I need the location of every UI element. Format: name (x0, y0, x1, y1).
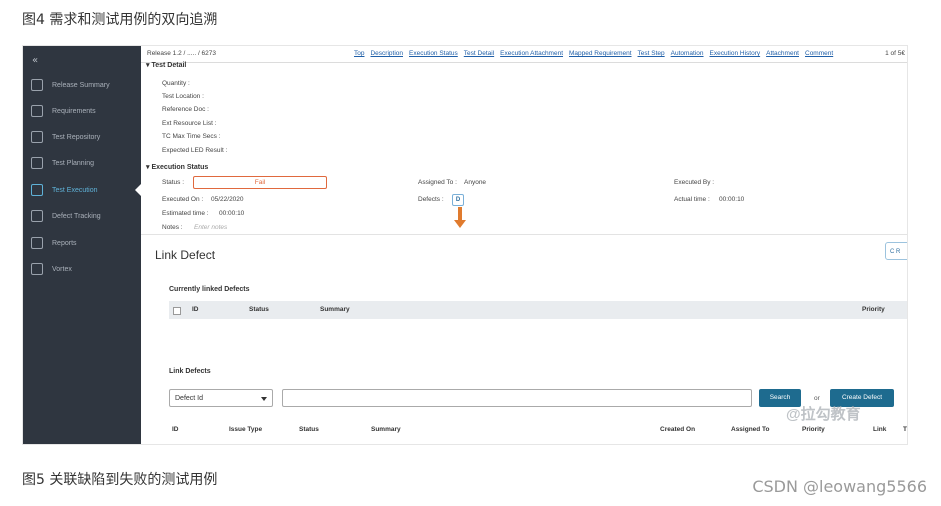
sidebar-item-label: Vortex (52, 265, 72, 273)
csdn-watermark: CSDN @leowang5566 (752, 477, 927, 496)
field-quantity: Quantity : (162, 80, 190, 87)
link-description[interactable]: Description (370, 50, 403, 57)
col-summary[interactable]: Summary (320, 306, 350, 313)
requirements-icon (31, 105, 43, 117)
link-execution-attachment[interactable]: Execution Attachment (500, 50, 563, 57)
currently-linked-heading: Currently linked Defects (169, 286, 250, 293)
sidebar-item-label: Defect Tracking (52, 212, 101, 220)
link-top[interactable]: Top (354, 50, 364, 57)
defects-label: Defects : (418, 196, 444, 203)
col-status[interactable]: Status (249, 306, 269, 313)
col-summary[interactable]: Summary (371, 426, 401, 433)
app-screenshot: « Release Summary Requirements Test Repo… (22, 45, 908, 445)
defect-icon (31, 210, 43, 222)
figure-caption-top: 图4 需求和测试用例的双向追溯 (22, 12, 218, 28)
col-priority[interactable]: Priority (802, 426, 825, 433)
notes-input[interactable]: Enter notes (194, 224, 227, 231)
section-test-detail[interactable]: ▾ Test Detail (146, 61, 186, 69)
link-execution-status[interactable]: Execution Status (409, 50, 458, 57)
link-test-step[interactable]: Test Step (638, 50, 665, 57)
assigned-to-label: Assigned To : (418, 179, 457, 186)
test-execution-detail: ▾ Test Detail Quantity : Test Location :… (141, 61, 907, 233)
sidebar-item-label: Test Execution (52, 186, 98, 194)
defect-search-input[interactable] (282, 389, 752, 407)
status-label: Status : (162, 179, 185, 186)
sidebar: « Release Summary Requirements Test Repo… (23, 46, 141, 444)
actual-time-value: 00:00:10 (719, 196, 745, 203)
link-execution-history[interactable]: Execution History (710, 50, 761, 57)
col-id[interactable]: ID (192, 306, 199, 313)
arrow-head (454, 220, 466, 228)
vortex-icon (31, 263, 43, 275)
actual-time-label: Actual time : (674, 196, 710, 203)
chevron-down-icon (261, 397, 267, 401)
reports-icon (31, 237, 43, 249)
col-id[interactable]: ID (172, 426, 179, 433)
breadcrumb[interactable]: Release 1.2 / ..... / 6273 (147, 50, 216, 57)
link-test-detail[interactable]: Test Detail (464, 50, 494, 57)
col-t[interactable]: T (903, 426, 907, 433)
col-link[interactable]: Link (873, 426, 886, 433)
sidebar-item-label: Test Planning (52, 159, 95, 167)
planning-icon (31, 157, 43, 169)
collapse-sidebar-icon[interactable]: « (32, 55, 38, 66)
arrow-indicator (458, 207, 462, 221)
sidebar-item-label: Reports (52, 239, 77, 247)
sidebar-item-reports[interactable]: Reports (23, 231, 141, 255)
refresh-button[interactable]: C R (885, 242, 907, 260)
repository-icon (31, 131, 43, 143)
estimated-time-value: 00:00:10 (219, 210, 245, 217)
link-comment[interactable]: Comment (805, 50, 833, 57)
linked-defects-header: ID Status Summary Priority (169, 301, 907, 319)
assigned-to-value[interactable]: Anyone (464, 179, 486, 186)
sidebar-item-test-repository[interactable]: Test Repository (23, 125, 141, 149)
panel-title: Link Defect (155, 248, 216, 262)
sidebar-item-test-planning[interactable]: Test Planning (23, 151, 141, 175)
section-title: Test Detail (151, 62, 187, 69)
execution-icon (31, 184, 43, 196)
release-icon (31, 79, 43, 91)
pager: 1 of 5€ (885, 50, 905, 57)
col-status[interactable]: Status (299, 426, 319, 433)
field-reference-doc: Reference Doc : (162, 106, 209, 113)
sidebar-item-label: Requirements (52, 107, 96, 115)
section-title: Execution Status (151, 164, 209, 171)
link-attachment[interactable]: Attachment (766, 50, 799, 57)
sidebar-item-label: Release Summary (52, 81, 110, 89)
select-all-checkbox[interactable] (173, 307, 181, 315)
executed-by-label: Executed By : (674, 179, 715, 186)
link-defect-panel: Link Defect C R Currently linked Defects… (141, 234, 907, 444)
notes-label: Notes : (162, 224, 183, 231)
add-defect-button[interactable]: D (452, 194, 464, 206)
select-value: Defect Id (175, 395, 204, 402)
field-ext-resource-list: Ext Resource List : (162, 120, 217, 127)
executed-on-value: 05/22/2020 (211, 196, 244, 203)
sidebar-item-label: Test Repository (52, 133, 101, 141)
col-issue-type[interactable]: Issue Type (229, 426, 262, 433)
link-defects-heading: Link Defects (169, 368, 211, 375)
estimated-time-label: Estimated time : (162, 210, 209, 217)
link-automation[interactable]: Automation (671, 50, 704, 57)
section-links: Top Description Execution Status Test De… (354, 50, 833, 57)
sidebar-item-defect-tracking[interactable]: Defect Tracking (23, 204, 141, 228)
defect-id-select[interactable]: Defect Id (169, 389, 273, 407)
col-priority[interactable]: Priority (862, 306, 885, 313)
top-navigation-bar: Release 1.2 / ..... / 6273 Top Descripti… (141, 46, 907, 63)
link-mapped-requirement[interactable]: Mapped Requirement (569, 50, 632, 57)
or-label: or (814, 395, 820, 402)
col-created-on[interactable]: Created On (660, 426, 695, 433)
executed-on-label: Executed On : (162, 196, 204, 203)
sidebar-item-requirements[interactable]: Requirements (23, 99, 141, 123)
lagou-watermark: @拉勾教育 (786, 406, 861, 423)
section-execution-status[interactable]: ▾ Execution Status (146, 163, 208, 171)
sidebar-item-test-execution[interactable]: Test Execution (23, 178, 141, 202)
field-expected-led-result: Expected LED Result : (162, 147, 228, 154)
field-test-location: Test Location : (162, 93, 204, 100)
field-tc-max-time: TC Max Time Secs : (162, 133, 221, 140)
sidebar-item-vortex[interactable]: Vortex (23, 257, 141, 281)
figure-caption-bottom: 图5 关联缺陷到失败的测试用例 (22, 472, 218, 488)
sidebar-item-release-summary[interactable]: Release Summary (23, 73, 141, 97)
col-assigned-to[interactable]: Assigned To (731, 426, 770, 433)
status-select[interactable]: Fail (193, 176, 327, 189)
